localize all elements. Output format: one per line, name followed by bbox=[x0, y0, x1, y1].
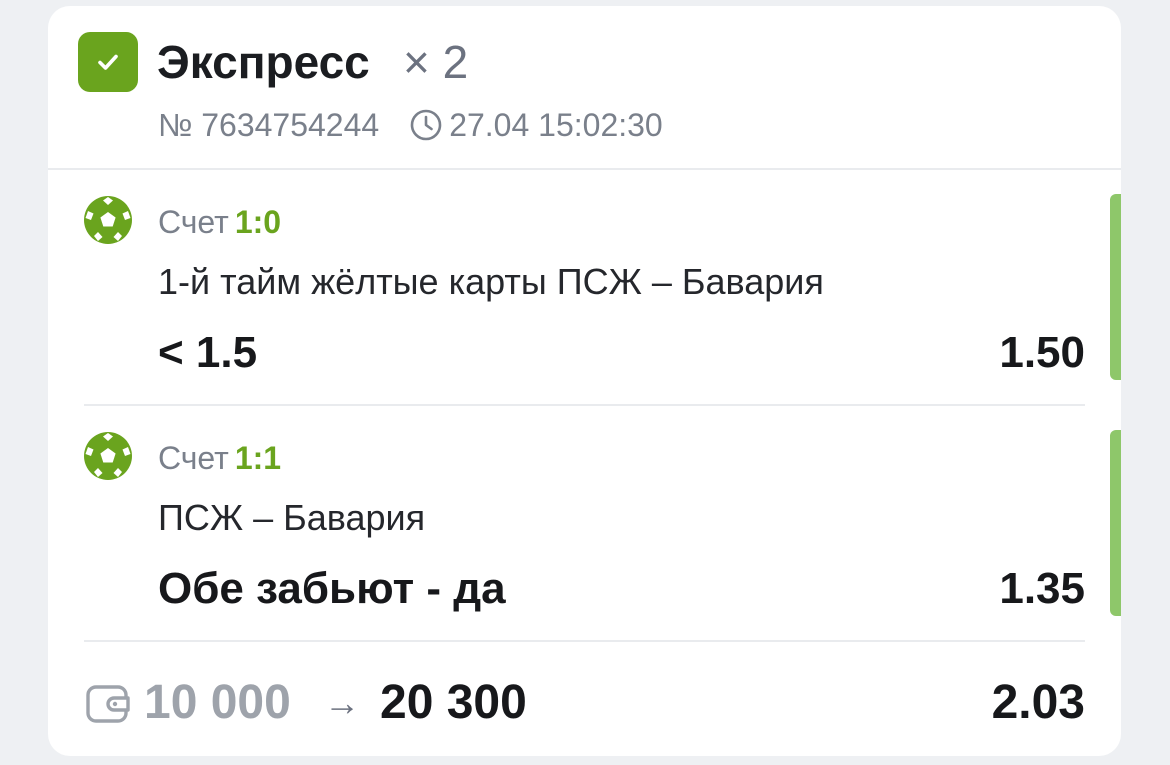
bet-number: № 7634754244 bbox=[158, 106, 380, 143]
soccer-ball-icon bbox=[84, 196, 132, 244]
check-icon bbox=[78, 32, 138, 92]
bet-item[interactable]: Счет 1:0 1-й тайм жёлтые карты ПСЖ – Бава… bbox=[48, 170, 1121, 406]
bet-type-title: Экспресс bbox=[157, 36, 370, 88]
score-value: 1:0 bbox=[234, 204, 282, 240]
score-label: Счет bbox=[158, 204, 229, 240]
clock-icon bbox=[409, 108, 443, 142]
event-name: 1-й тайм жёлтые карты ПСЖ – Бавария bbox=[158, 261, 824, 302]
score-value: 1:1 bbox=[234, 440, 282, 476]
bet-odds: 1.35 bbox=[999, 564, 1085, 613]
bet-meta: № 7634754244 27.04 15:02:30 bbox=[158, 105, 663, 145]
bet-outcome: Обе забьют - да bbox=[158, 564, 506, 613]
total-odds: 2.03 bbox=[991, 676, 1085, 729]
bet-outcome: < 1.5 bbox=[158, 328, 258, 377]
score-label: Счет bbox=[158, 440, 229, 476]
bet-datetime: 27.04 15:02:30 bbox=[449, 106, 663, 143]
stake-amount: 10 000 bbox=[144, 676, 291, 729]
bet-count: × 2 bbox=[403, 36, 469, 88]
express-bet-card[interactable]: Экспресс × 2 № 7634754244 27.04 15:02:30 bbox=[48, 6, 1121, 756]
bet-summary: 10 000 → 20 300 2.03 bbox=[48, 669, 1121, 739]
bet-header: Экспресс × 2 № 7634754244 27.04 15:02:30 bbox=[48, 6, 1121, 170]
live-score: Счет 1:1 bbox=[158, 438, 281, 478]
win-status-bar bbox=[1110, 430, 1121, 616]
event-name: ПСЖ – Бавария bbox=[158, 497, 426, 538]
soccer-ball-icon bbox=[84, 432, 132, 480]
wallet-icon bbox=[86, 685, 130, 723]
bet-odds: 1.50 bbox=[999, 328, 1085, 377]
live-score: Счет 1:0 bbox=[158, 202, 281, 242]
bet-divider bbox=[84, 640, 1085, 642]
arrow-right-icon: → bbox=[324, 682, 360, 723]
win-status-bar bbox=[1110, 194, 1121, 380]
payout-amount: 20 300 bbox=[380, 676, 527, 729]
bet-item[interactable]: Счет 1:1 ПСЖ – Бавария Обе забьют - да 1.… bbox=[48, 406, 1121, 642]
